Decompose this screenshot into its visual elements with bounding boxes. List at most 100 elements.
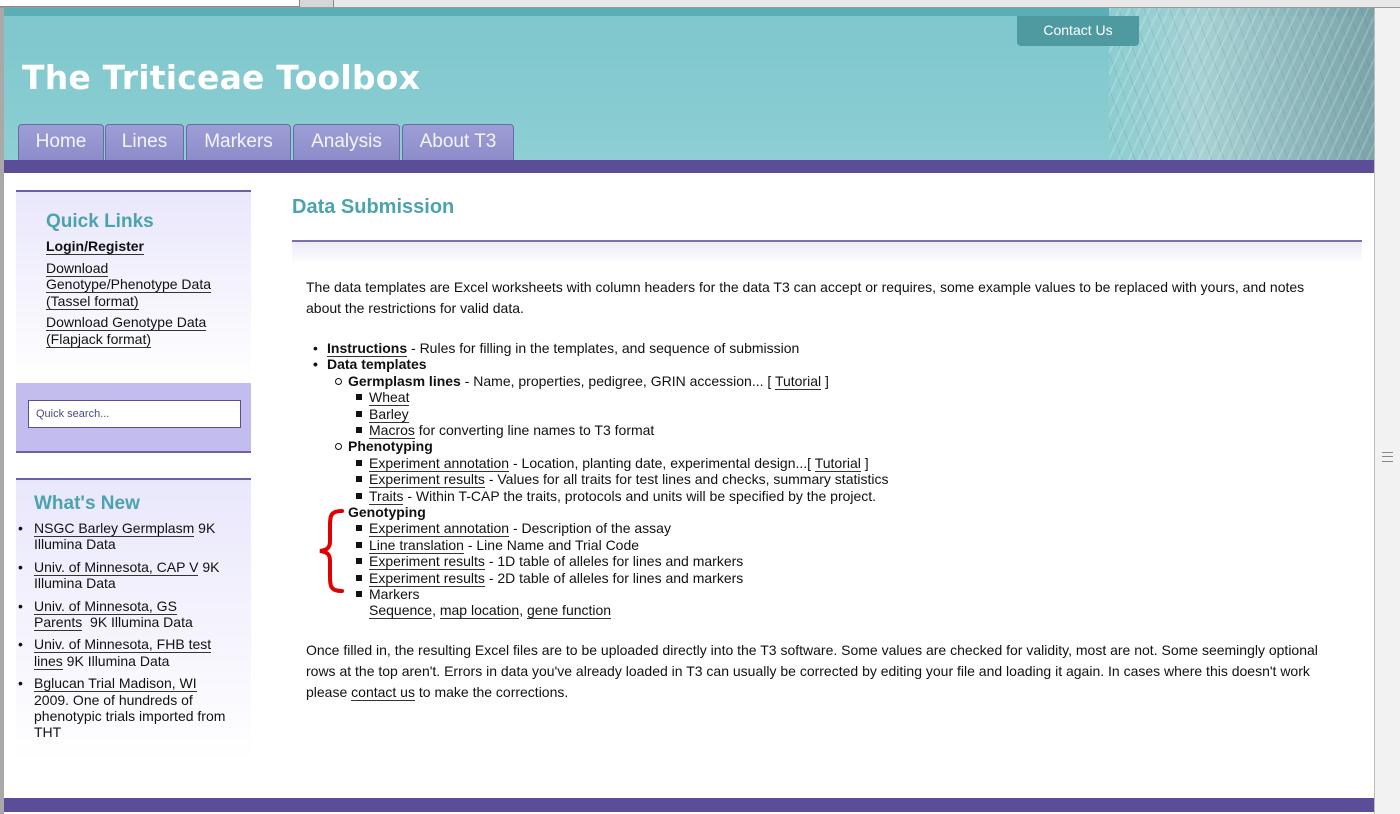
pheno-results-text: - Values for all traits for test lines a… <box>484 471 889 488</box>
news-text: Illumina Data <box>34 575 116 592</box>
macros-link[interactable]: Macros <box>369 422 415 439</box>
data-templates-label: Data templates <box>327 356 427 373</box>
geno-results-2d-text: - 2D table of alleles for lines and mark… <box>484 569 744 586</box>
outro-line: Once filled in, the resulting Excel file… <box>306 642 1318 658</box>
square-bullet-icon <box>356 410 362 417</box>
list-item-macros: Macros for converting line names to T3 f… <box>356 422 654 439</box>
news-item: NSGC Barley Germplasm 9K Illumina Data <box>16 520 251 553</box>
line-translation-text: - Line Name and Trial Code <box>463 536 640 553</box>
markers-label: Markers <box>369 586 420 602</box>
geno-results-1d-text: - 1D table of alleles for lines and mark… <box>484 553 744 570</box>
nav-tab-analysis[interactable]: Analysis <box>293 124 400 160</box>
browser-tab-button[interactable] <box>300 0 334 7</box>
list-item-phenotyping: Phenotyping <box>335 438 433 455</box>
sequence-link[interactable]: Sequence <box>369 602 433 620</box>
news-text: 9K Illumina Data <box>82 614 193 631</box>
news-text: THT <box>34 724 62 741</box>
germplasm-tutorial-link[interactable]: Tutorial <box>774 372 822 390</box>
list-item-markers: Markers <box>356 586 420 602</box>
pheno-annotation-link[interactable]: Experiment annotation <box>369 454 510 472</box>
news-text: 9K <box>194 520 216 536</box>
wheat-template-link[interactable]: Wheat <box>369 389 410 407</box>
news-link[interactable]: Bglucan Trial Madison, WI <box>34 675 197 693</box>
bracket-close: ] <box>821 372 829 389</box>
site-title[interactable]: The Triticeae Toolbox <box>22 58 420 97</box>
news-item: Univ. of Minnesota, CAP V 9K Illumina Dat… <box>16 558 251 592</box>
geno-annotation-link[interactable]: Experiment annotation <box>369 520 510 538</box>
download-genotype-flapjack-link[interactable]: Download Genotype Data (Flapjack format) <box>46 314 241 348</box>
browser-tab-stub[interactable] <box>0 0 300 7</box>
barley-template-link[interactable]: Barley <box>369 405 409 423</box>
news-item: Univ. of Minnesota, FHB testlines 9K Ill… <box>16 636 251 670</box>
gene-function-link[interactable]: gene function <box>527 602 612 620</box>
login-register-label: Login/Register <box>46 238 145 255</box>
comma: , <box>432 602 440 619</box>
news-list: NSGC Barley Germplasm 9K Illumina Data Un… <box>16 520 251 747</box>
quick-links-box: Quick Links Login/Register Download Geno… <box>16 190 251 383</box>
map-location-link[interactable]: map location <box>439 602 520 620</box>
square-bullet-icon <box>356 574 362 581</box>
pheno-results-link[interactable]: Experiment results <box>369 471 485 489</box>
link-line: (Tassel format) <box>46 292 139 310</box>
news-link[interactable]: NSGC Barley Germplasm <box>34 520 195 537</box>
list-item-instructions: • Instructions - Rules for filling in th… <box>313 340 800 357</box>
circle-bullet-icon <box>335 377 342 385</box>
contact-us-link[interactable]: Contact Us <box>1017 16 1139 46</box>
nav-tab-home[interactable]: Home <box>18 124 104 160</box>
browser-chrome-strip <box>0 0 1400 8</box>
outro-line-pre: please <box>306 684 352 700</box>
bracket-close: ] <box>860 454 869 471</box>
list-item-pheno-annotation: Experiment annotation - Location, planti… <box>356 454 869 472</box>
news-link[interactable]: Univ. of Minnesota, FHB test <box>34 636 212 654</box>
square-bullet-icon <box>356 541 362 548</box>
pheno-annotation-text: - Location, planting date, experimental … <box>509 454 815 471</box>
line-translation-link[interactable]: Line translation <box>369 536 464 554</box>
germplasm-text: - Name, properties, pedigree, GRIN acces… <box>460 372 775 389</box>
contact-us-inline-link[interactable]: contact us <box>351 684 415 701</box>
genotyping-label: Genotyping <box>348 504 426 520</box>
square-bullet-icon <box>356 394 362 401</box>
list-item-geno-results-2d: Experiment results - 2D table of alleles… <box>356 569 744 587</box>
quick-search-input[interactable] <box>28 400 241 428</box>
square-bullet-icon <box>356 525 362 532</box>
news-item: Bglucan Trial Madison, WI2009. One of hu… <box>16 675 251 741</box>
square-bullet-icon <box>356 558 362 565</box>
quick-links-title: Quick Links <box>46 211 154 232</box>
traits-text: - Within T-CAP the traits, protocols and… <box>403 487 877 504</box>
quick-links-list: Login/Register Download Genotype/Phenoty… <box>46 238 241 352</box>
geno-results-2d-link[interactable]: Experiment results <box>369 569 485 587</box>
intro-line: The data templates are Excel worksheets … <box>306 279 1305 295</box>
news-link[interactable]: Parents <box>34 614 83 632</box>
comma: , <box>519 602 528 619</box>
red-brace-annotation <box>319 509 344 593</box>
list-item-geno-results-1d: Experiment results - 1D table of alleles… <box>356 553 744 571</box>
link-line: Download <box>46 259 109 277</box>
bullet-icon: • <box>313 340 318 356</box>
scroll-grip-icon[interactable] <box>1382 452 1393 462</box>
nav-underline-bar <box>4 160 1374 173</box>
instructions-text: - Rules for filling in the templates, an… <box>407 340 800 356</box>
list-item-wheat: Wheat <box>356 389 410 407</box>
login-register-link[interactable]: Login/Register <box>46 238 241 255</box>
news-link[interactable]: Univ. of Minnesota, CAP V <box>34 558 199 576</box>
download-genotype-phenotype-link[interactable]: Download Genotype/Phenotype Data (Tassel… <box>46 259 241 310</box>
geno-results-1d-link[interactable]: Experiment results <box>369 553 485 571</box>
nav-tab-about[interactable]: About T3 <box>402 124 514 160</box>
phenotyping-label: Phenotyping <box>348 438 433 455</box>
news-link[interactable]: lines <box>34 652 63 670</box>
traits-link[interactable]: Traits <box>369 487 404 505</box>
news-text: phenotypic trials imported from <box>34 708 226 725</box>
list-item-pheno-results: Experiment results - Values for all trai… <box>356 471 889 489</box>
wheat-banner-image <box>1109 8 1374 160</box>
pheno-tutorial-link[interactable]: Tutorial <box>814 454 861 472</box>
nav-tab-lines[interactable]: Lines <box>105 124 184 160</box>
intro-paragraph: The data templates are Excel worksheets … <box>306 277 1346 319</box>
list-item-genotyping: Genotyping <box>348 504 426 520</box>
quick-search-box <box>16 383 251 453</box>
vertical-scrollbar[interactable] <box>1374 8 1400 814</box>
news-link[interactable]: Univ. of Minnesota, GS <box>34 597 177 615</box>
nav-tab-markers[interactable]: Markers <box>186 124 291 160</box>
instructions-link[interactable]: Instructions <box>327 340 408 357</box>
geno-annotation-text: - Description of the assay <box>509 520 671 537</box>
list-item-barley: Barley <box>356 405 409 423</box>
